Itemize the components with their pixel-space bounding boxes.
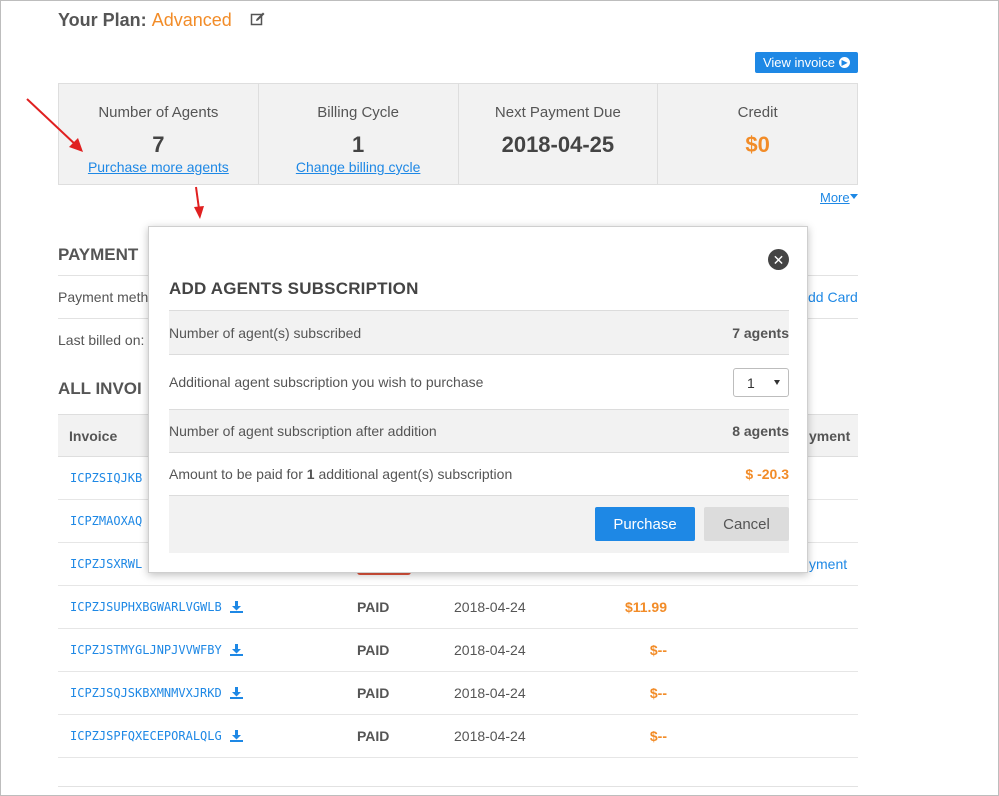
plan-name: Advanced: [151, 10, 232, 30]
amount-label-pre: Amount to be paid for: [169, 466, 303, 482]
purchase-more-agents-link[interactable]: Purchase more agents: [59, 159, 258, 175]
payment-heading: PAYMENT: [58, 245, 139, 264]
divider: [58, 318, 148, 319]
invoice-id-link[interactable]: ICPZJSXRWL: [70, 557, 142, 571]
stat-label: Billing Cycle: [317, 104, 399, 121]
download-icon[interactable]: [229, 730, 243, 742]
invoice-id: ICPZJSTMYGLJNPJVVWFBY: [70, 643, 222, 657]
amount-label-post: additional agent(s) subscription: [318, 466, 513, 482]
stat-billing-cycle: Billing Cycle 1 Change billing cycle: [259, 84, 459, 184]
invoice-id: ICPZMAOXAQ: [70, 514, 143, 528]
plan-stats: Number of Agents 7 Purchase more agents …: [58, 83, 858, 185]
arrow-right-circle-icon: ▶: [839, 57, 851, 68]
invoices-heading: ALL INVOI: [58, 379, 142, 398]
download-icon[interactable]: [229, 644, 243, 656]
add-agents-modal: ✕ ADD AGENTS SUBSCRIPTION Number of agen…: [148, 226, 808, 573]
select-value: 1: [747, 374, 755, 391]
invoice-date: 2018-04-24: [454, 642, 526, 658]
divider: [58, 786, 858, 787]
invoice-amount: $--: [649, 642, 667, 658]
payment-method-label: Payment meth: [58, 289, 149, 305]
stat-label: Next Payment Due: [494, 104, 621, 121]
invoice-date: 2018-04-24: [454, 685, 526, 701]
invoice-amount: $11.99: [624, 599, 667, 615]
subscribed-label: Number of agent(s) subscribed: [169, 325, 362, 341]
table-row: ICPZJSTMYGLJNPJVVWFBY PAID 2018-04-24 $-…: [58, 629, 858, 672]
col-invoice: Invoice: [69, 428, 118, 444]
invoice-status: PAID: [357, 599, 390, 615]
invoice-status: PAID: [357, 642, 390, 658]
edit-icon[interactable]: [250, 11, 266, 27]
col-payment: yment: [809, 428, 851, 444]
stat-value: $0: [745, 132, 770, 157]
stat-agents: Number of Agents 7 Purchase more agents: [59, 84, 259, 184]
invoice-id: ICPZJSUPHXBGWARLVGWLB: [70, 600, 222, 614]
invoice-id: ICPZSIQJKB: [70, 471, 143, 485]
invoice-id-link[interactable]: ICPZJSPFQXECEPORALQLG: [70, 729, 243, 743]
table-row: ICPZJSPFQXECEPORALQLG PAID 2018-04-24 $-…: [58, 715, 858, 758]
plan-title: Your Plan: Advanced: [58, 10, 232, 31]
invoice-id-link[interactable]: ICPZJSTMYGLJNPJVVWFBY: [70, 643, 243, 657]
amount-label: Amount to be paid for 1 additional agent…: [169, 466, 512, 482]
invoice-status: PAID: [357, 685, 390, 701]
stat-next-payment: Next Payment Due 2018-04-25: [459, 84, 659, 184]
invoice-id: ICPZJSXRWL: [70, 557, 143, 571]
make-payment-link[interactable]: yment: [809, 556, 847, 572]
stat-value: 1: [352, 132, 365, 157]
more-link[interactable]: More: [820, 190, 850, 205]
invoice-id: ICPZJSQJSKBXMNMVXJRKD: [70, 686, 222, 700]
download-icon[interactable]: [229, 601, 243, 613]
stat-label: Credit: [737, 104, 778, 121]
caret-down-icon: [850, 194, 858, 199]
annotation-arrow-2: [195, 186, 200, 210]
add-card-link[interactable]: dd Card: [808, 289, 858, 305]
close-icon[interactable]: ✕: [768, 249, 789, 270]
cancel-button[interactable]: Cancel: [704, 507, 789, 541]
purchase-button[interactable]: Purchase: [595, 507, 695, 541]
invoice-id: ICPZJSPFQXECEPORALQLG: [70, 729, 222, 743]
additional-agents-select[interactable]: 1: [733, 368, 789, 397]
additional-label: Additional agent subscription you wish t…: [169, 374, 484, 390]
table-row: ICPZJSUPHXBGWARLVGWLB PAID 2018-04-24 $1…: [58, 586, 858, 629]
amount-row: Amount to be paid for 1 additional agent…: [169, 452, 789, 495]
view-invoice-button[interactable]: View invoice ▶: [755, 52, 858, 73]
subscribed-row: Number of agent(s) subscribed 7 agents: [169, 310, 789, 354]
download-icon[interactable]: [229, 687, 243, 699]
after-addition-row: Number of agent subscription after addit…: [169, 409, 789, 452]
stat-value: 2018-04-25: [501, 132, 615, 157]
annotation-arrowhead-2: [194, 206, 204, 219]
change-billing-cycle-link[interactable]: Change billing cycle: [259, 159, 458, 175]
divider: [808, 318, 858, 319]
after-label: Number of agent subscription after addit…: [169, 423, 437, 439]
stat-credit: Credit $0: [658, 84, 857, 184]
amount-label-count: 1: [306, 466, 315, 482]
view-invoice-label: View invoice: [762, 55, 836, 70]
modal-title: ADD AGENTS SUBSCRIPTION: [169, 279, 419, 298]
stat-value: 7: [152, 132, 165, 157]
invoice-date: 2018-04-24: [454, 599, 526, 615]
invoice-status: PAID: [357, 728, 390, 744]
modal-footer: [169, 495, 789, 553]
invoice-amount: $--: [649, 728, 667, 744]
invoice-date: 2018-04-24: [454, 728, 526, 744]
additional-row: Additional agent subscription you wish t…: [169, 354, 789, 409]
invoice-amount: $--: [649, 685, 667, 701]
invoice-id-link[interactable]: ICPZJSQJSKBXMNMVXJRKD: [70, 686, 243, 700]
amount-value: $ -20.3: [745, 466, 789, 482]
invoice-id-link[interactable]: ICPZMAOXAQ: [70, 514, 142, 528]
invoice-id-link[interactable]: ICPZSIQJKB: [70, 471, 142, 485]
caret-down-icon: [774, 380, 780, 385]
invoice-id-link[interactable]: ICPZJSUPHXBGWARLVGWLB: [70, 600, 243, 614]
divider: [808, 275, 858, 276]
last-billed-label: Last billed on:: [58, 332, 145, 348]
subscribed-value: 7 agents: [732, 325, 789, 341]
after-value: 8 agents: [732, 423, 789, 439]
divider: [58, 275, 148, 276]
stat-label: Number of Agents: [98, 104, 219, 121]
table-row: ICPZJSQJSKBXMNMVXJRKD PAID 2018-04-24 $-…: [58, 672, 858, 715]
plan-label: Your Plan:: [58, 10, 147, 30]
